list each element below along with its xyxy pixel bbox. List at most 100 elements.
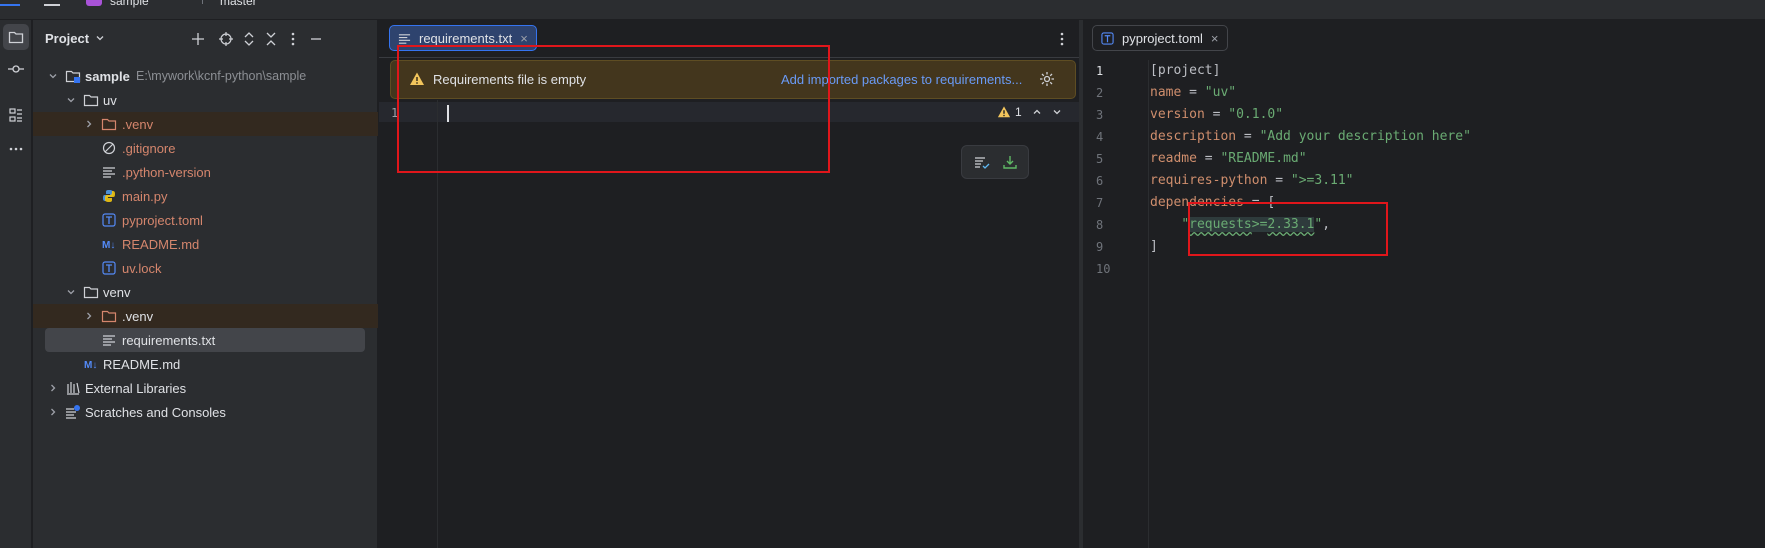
more-tools-button[interactable] bbox=[3, 136, 29, 162]
tree-row-sample[interactable]: sample E:\mywork\kcnf-python\sample bbox=[33, 64, 378, 88]
text-file-icon bbox=[101, 332, 117, 348]
code-line: description = "Add your description here… bbox=[1150, 129, 1471, 144]
tree-label: uv bbox=[103, 93, 117, 108]
gear-icon[interactable] bbox=[1039, 71, 1055, 87]
line-number: 1 bbox=[1096, 64, 1104, 78]
chevron-right-icon[interactable] bbox=[47, 382, 59, 394]
title-bar: sample master bbox=[0, 0, 1765, 20]
project-path: E:\mywork\kcnf-python\sample bbox=[136, 69, 307, 83]
project-tool-button[interactable] bbox=[3, 24, 29, 50]
tab-label: requirements.txt bbox=[419, 30, 513, 46]
tree-label: main.py bbox=[122, 189, 168, 204]
scratches-icon bbox=[65, 404, 81, 420]
inspection-widget[interactable]: 1 bbox=[997, 104, 1062, 120]
topbar-separator bbox=[202, 0, 203, 4]
tab-pyproject-toml[interactable]: pyproject.toml × bbox=[1092, 25, 1228, 51]
tool-window-strip bbox=[0, 20, 32, 548]
chevron-down-icon[interactable] bbox=[95, 33, 105, 43]
excluded-folder-icon bbox=[101, 116, 117, 132]
code-line: version = "0.1.0" bbox=[1150, 107, 1284, 122]
tree-row-external-libraries[interactable]: External Libraries bbox=[33, 376, 378, 400]
annotation-box bbox=[397, 45, 830, 173]
requirements-sync-icon[interactable] bbox=[974, 155, 990, 171]
line-number: 4 bbox=[1096, 130, 1104, 144]
line-number: 7 bbox=[1096, 196, 1104, 210]
chevron-right-icon[interactable] bbox=[83, 118, 95, 130]
tree-row-venv-excluded-2[interactable]: .venv bbox=[33, 304, 378, 328]
install-download-icon[interactable] bbox=[1002, 154, 1018, 170]
code-line: name = "uv" bbox=[1150, 85, 1237, 100]
close-icon[interactable]: × bbox=[1211, 31, 1219, 46]
chevron-right-icon[interactable] bbox=[83, 310, 95, 322]
svg-text:M↓: M↓ bbox=[102, 240, 115, 250]
line-gutter: 1 2 3 4 5 6 7 8 9 10 bbox=[1083, 60, 1148, 548]
close-icon[interactable]: × bbox=[520, 31, 528, 46]
chevron-down-icon[interactable] bbox=[47, 70, 59, 82]
markdown-file-icon: M↓ bbox=[83, 356, 103, 372]
line-number: 8 bbox=[1096, 218, 1104, 232]
ignore-file-icon bbox=[101, 140, 117, 156]
project-panel-title[interactable]: Project bbox=[45, 31, 89, 46]
tree-label: .gitignore bbox=[122, 141, 176, 156]
commit-icon bbox=[8, 65, 24, 73]
code-line: [project] bbox=[1150, 63, 1221, 78]
collapse-all-icon[interactable] bbox=[262, 30, 280, 48]
chevron-up-icon[interactable] bbox=[1032, 107, 1042, 117]
library-icon bbox=[65, 380, 81, 396]
chevron-down-icon[interactable] bbox=[1052, 107, 1062, 117]
tree-row-readme-root[interactable]: M↓ README.md bbox=[33, 352, 378, 376]
chevron-down-icon[interactable] bbox=[65, 94, 77, 106]
tree-label: README.md bbox=[122, 237, 200, 252]
new-file-icon[interactable] bbox=[189, 30, 207, 48]
tree-row-readme-uv[interactable]: M↓ README.md bbox=[33, 232, 378, 256]
toml-file-icon bbox=[1101, 31, 1114, 45]
toml-file-icon bbox=[101, 260, 117, 276]
minimize-icon[interactable] bbox=[307, 30, 325, 48]
folder-icon bbox=[8, 31, 24, 44]
project-badge-icon[interactable] bbox=[86, 0, 102, 6]
tree-row-scratches[interactable]: Scratches and Consoles bbox=[33, 400, 378, 424]
line-number: 6 bbox=[1096, 174, 1104, 188]
markdown-file-icon: M↓ bbox=[101, 236, 121, 252]
tree-label: venv bbox=[103, 285, 131, 300]
tree-row-gitignore[interactable]: .gitignore bbox=[33, 136, 378, 160]
main-menu-icon[interactable] bbox=[44, 0, 60, 6]
tree-label: uv.lock bbox=[122, 261, 162, 276]
chevron-right-icon[interactable] bbox=[47, 406, 59, 418]
structure-tool-button[interactable] bbox=[3, 102, 29, 128]
module-folder-icon bbox=[65, 68, 81, 84]
tree-row-uv[interactable]: uv bbox=[33, 88, 378, 112]
line-number: 9 bbox=[1096, 240, 1104, 254]
tree-row-main-py[interactable]: main.py bbox=[33, 184, 378, 208]
tree-row-requirements-txt[interactable]: requirements.txt bbox=[45, 328, 365, 352]
tree-label: requirements.txt bbox=[122, 333, 216, 348]
project-selector[interactable]: sample bbox=[110, 0, 149, 8]
tree-row-uv-lock[interactable]: uv.lock bbox=[33, 256, 378, 280]
code-line: readme = "README.md" bbox=[1150, 151, 1307, 166]
commit-tool-button[interactable] bbox=[3, 56, 29, 82]
chevron-down-icon[interactable] bbox=[65, 286, 77, 298]
svg-text:M↓: M↓ bbox=[84, 360, 97, 370]
project-panel: Project sample E:\mywork\kcnf-python\sam… bbox=[33, 20, 378, 548]
line-number: 5 bbox=[1096, 152, 1104, 166]
tree-row-pyproject-toml[interactable]: pyproject.toml bbox=[33, 208, 378, 232]
tree-label: README.md bbox=[103, 357, 181, 372]
branch-selector[interactable]: master bbox=[220, 0, 257, 8]
tab-options-kebab-icon[interactable] bbox=[1053, 29, 1071, 49]
text-file-icon bbox=[101, 164, 117, 180]
line-number: 2 bbox=[1096, 86, 1104, 100]
tree-row-venv[interactable]: venv bbox=[33, 280, 378, 304]
folder-icon bbox=[83, 92, 99, 108]
expand-all-icon[interactable] bbox=[240, 30, 258, 48]
options-kebab-icon[interactable] bbox=[284, 30, 302, 48]
folder-icon bbox=[83, 284, 99, 300]
tree-label: .venv bbox=[122, 117, 154, 132]
excluded-folder-icon bbox=[101, 308, 117, 324]
gutter-separator bbox=[1148, 60, 1149, 548]
more-horizontal-icon bbox=[9, 147, 23, 151]
tree-row-venv-excluded[interactable]: .venv bbox=[33, 112, 378, 136]
text-file-icon bbox=[398, 33, 411, 44]
tree-row-python-version[interactable]: .python-version bbox=[33, 160, 378, 184]
locate-icon[interactable] bbox=[217, 30, 235, 48]
project-panel-header: Project bbox=[33, 20, 378, 58]
